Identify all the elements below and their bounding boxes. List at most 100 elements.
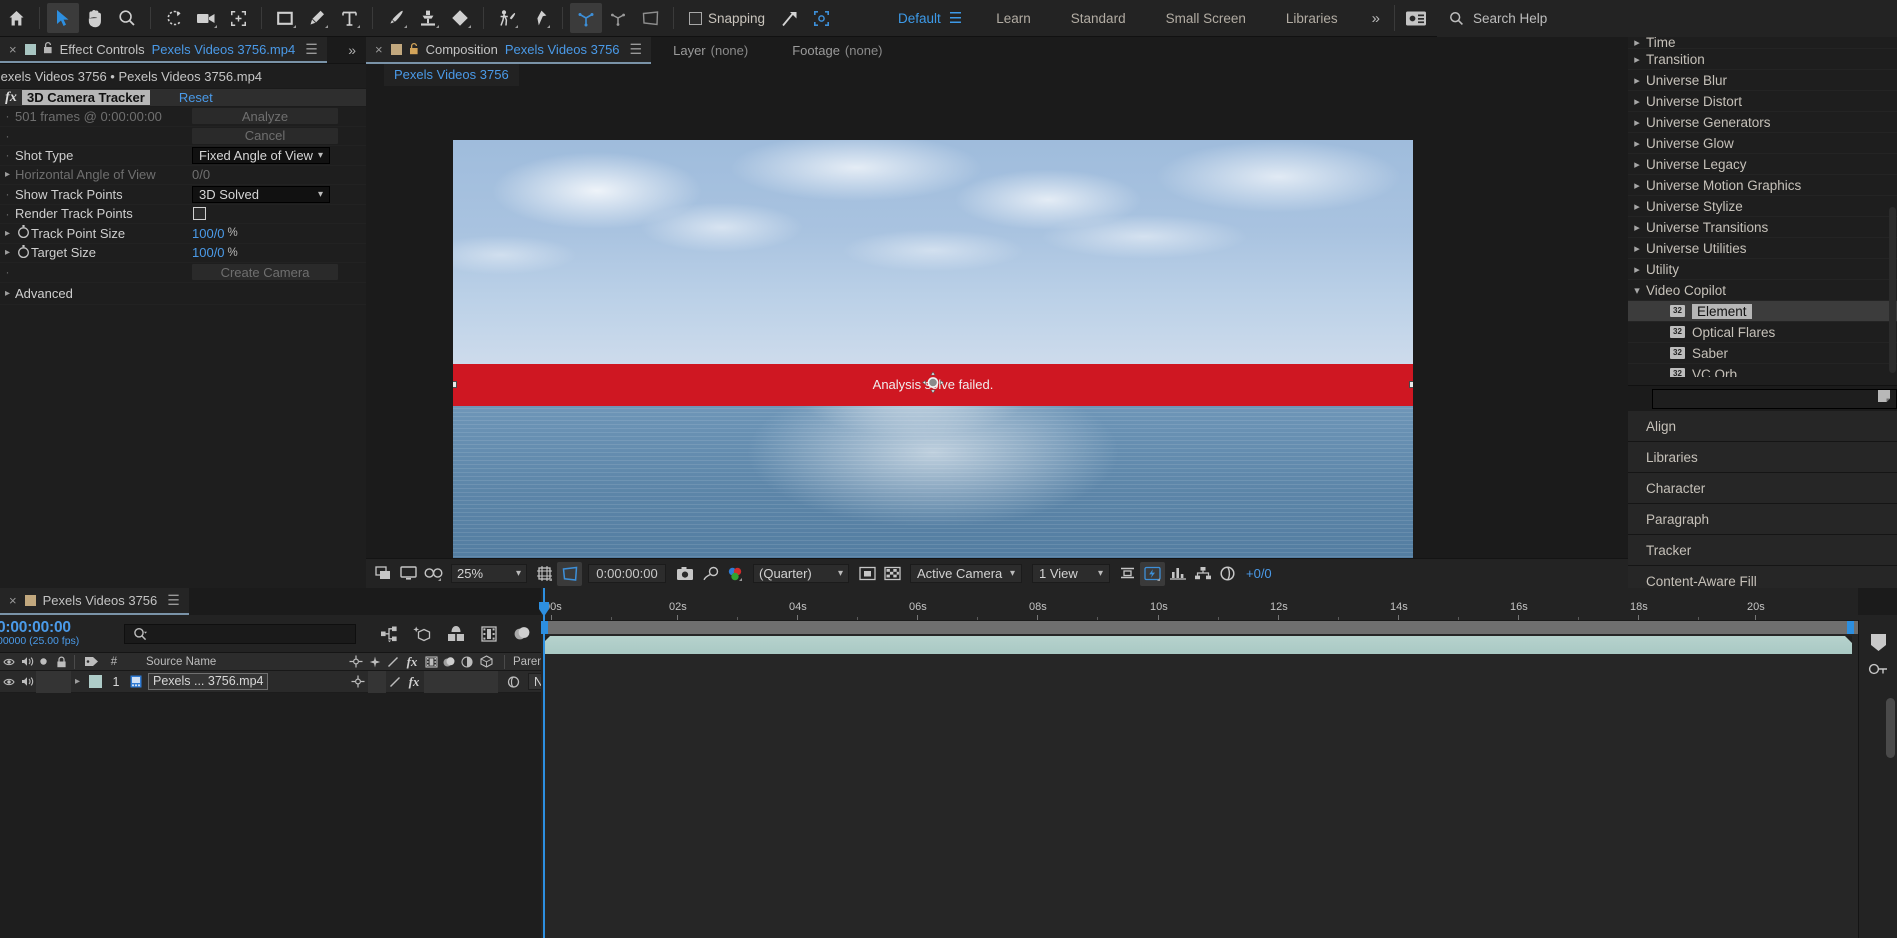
frame-blend-icon[interactable] xyxy=(422,653,440,671)
show-channel-icon[interactable] xyxy=(722,562,747,586)
panel-tab-tracker[interactable]: Tracker xyxy=(1628,535,1897,566)
layer-cell-sparkle[interactable] xyxy=(368,670,386,693)
layer-source-name[interactable]: Pexels ... 3756.mp4 xyxy=(148,673,269,690)
timeline-track-area[interactable] xyxy=(541,634,1858,938)
effect-header-row[interactable]: fx 3D Camera Tracker Reset xyxy=(0,89,366,107)
panel-menu-icon[interactable]: ☰ xyxy=(305,41,318,58)
panel-menu-icon[interactable]: ☰ xyxy=(630,41,643,58)
lock-icon[interactable] xyxy=(51,653,71,671)
effects-category-universe-generators[interactable]: ▸ Universe Generators xyxy=(1628,112,1897,133)
lock-icon[interactable] xyxy=(43,41,53,57)
layer-solo-toggle[interactable] xyxy=(36,670,51,693)
view-axis-mode-icon[interactable] xyxy=(634,3,666,33)
new-folder-icon[interactable] xyxy=(1877,389,1891,408)
panel-tab-align[interactable]: Align xyxy=(1628,411,1897,442)
effects-category-universe-utilities[interactable]: ▸ Universe Utilities xyxy=(1628,238,1897,259)
track-point-size-value[interactable]: 100/0 xyxy=(192,226,225,241)
workspace-settings-icon[interactable] xyxy=(1395,0,1437,37)
panel-tab-paragraph[interactable]: Paragraph xyxy=(1628,504,1897,535)
effects-category-time[interactable]: ▸ Time xyxy=(1628,37,1897,49)
layer-label-swatch[interactable] xyxy=(84,673,106,691)
workspace-overflow-icon[interactable]: » xyxy=(1358,10,1394,27)
effect-name[interactable]: 3D Camera Tracker xyxy=(22,90,150,105)
panel-menu-icon[interactable]: ☰ xyxy=(167,592,180,609)
fast-previews-icon[interactable] xyxy=(1140,561,1165,586)
take-snapshot-icon[interactable] xyxy=(672,562,697,586)
adjustment-layer-icon[interactable] xyxy=(458,653,476,671)
main-viewer-icon[interactable] xyxy=(396,562,421,586)
handle-left[interactable] xyxy=(453,381,457,389)
horizontal-angle-value[interactable]: 0/0 xyxy=(192,167,210,182)
workspace-menu-icon[interactable]: ☰ xyxy=(947,9,976,27)
shot-type-dropdown[interactable]: Fixed Angle of View ▾ xyxy=(192,146,330,164)
workspace-libraries[interactable]: Libraries xyxy=(1266,11,1358,26)
close-icon[interactable]: × xyxy=(375,42,383,57)
local-axis-mode-icon[interactable] xyxy=(570,3,602,33)
effect-item-optical-flares[interactable]: 32 Optical Flares xyxy=(1628,322,1897,343)
zoom-tool[interactable] xyxy=(111,3,143,33)
work-area-end-handle[interactable] xyxy=(1847,621,1854,635)
effect-item-element[interactable]: 32 Element xyxy=(1628,301,1897,322)
brush-tool[interactable] xyxy=(380,3,412,33)
handle-right[interactable] xyxy=(1409,381,1413,389)
draft-3d-icon[interactable] xyxy=(409,621,437,647)
effects-panel-scrollbar[interactable] xyxy=(1889,207,1896,373)
snapping-checkbox[interactable] xyxy=(689,11,702,25)
snapping-arrow-icon[interactable] xyxy=(773,3,805,33)
audio-icon[interactable] xyxy=(18,653,36,671)
effects-category-universe-stylize[interactable]: ▸ Universe Stylize xyxy=(1628,196,1897,217)
hide-shy-layers-icon[interactable] xyxy=(442,621,470,647)
tab-effect-controls[interactable]: × Effect Controls Pexels Videos 3756.mp4… xyxy=(0,37,327,63)
effect-item-saber[interactable]: 32 Saber xyxy=(1628,343,1897,364)
render-track-points-checkbox[interactable] xyxy=(193,207,206,221)
chevron-right-icon[interactable]: ▸ xyxy=(1628,158,1646,171)
eraser-tool[interactable] xyxy=(444,3,476,33)
current-time-indicator[interactable] xyxy=(539,588,549,938)
views-dropdown[interactable]: 1 View ▾ xyxy=(1032,564,1110,583)
timeline-pick-whip-icon[interactable] xyxy=(1859,658,1897,682)
twirl-icon[interactable]: ▸ xyxy=(0,247,15,258)
blend-mode-icon[interactable] xyxy=(384,653,402,671)
orbit-tool[interactable] xyxy=(158,3,190,33)
create-camera-button[interactable]: Create Camera xyxy=(192,264,338,281)
workspace-standard[interactable]: Standard xyxy=(1051,11,1146,26)
tab-composition[interactable]: × Composition Pexels Videos 3756 ☰ xyxy=(366,37,652,64)
type-tool[interactable] xyxy=(333,3,365,33)
world-axis-mode-icon[interactable] xyxy=(602,3,634,33)
frame-blending-icon[interactable] xyxy=(475,621,503,647)
layer-video-toggle[interactable] xyxy=(0,673,18,691)
zoom-level-dropdown[interactable]: 25% ▾ xyxy=(451,564,527,583)
3d-glasses-icon[interactable] xyxy=(421,562,446,586)
chevron-down-icon[interactable]: ▾ xyxy=(1628,284,1646,297)
region-of-interest-icon[interactable] xyxy=(855,562,880,586)
chevron-right-icon[interactable]: ▸ xyxy=(1628,221,1646,234)
workspace-learn[interactable]: Learn xyxy=(976,11,1051,26)
motion-blur-icon[interactable] xyxy=(508,621,536,647)
motion-blur-icon[interactable] xyxy=(440,653,458,671)
footage-viewer-label[interactable]: Footage (none) xyxy=(770,37,905,64)
effects-category-universe-legacy[interactable]: ▸ Universe Legacy xyxy=(1628,154,1897,175)
chevron-right-icon[interactable]: ▸ xyxy=(1628,242,1646,255)
layer-cell-adjustment[interactable] xyxy=(460,670,478,693)
effects-category-universe-distort[interactable]: ▸ Universe Distort xyxy=(1628,91,1897,112)
target-size-value[interactable]: 100/0 xyxy=(192,245,225,260)
timeline-work-area[interactable] xyxy=(541,620,1858,635)
lock-icon[interactable] xyxy=(409,42,419,58)
column-header-index[interactable]: # xyxy=(104,653,124,671)
analyze-button[interactable]: Analyze xyxy=(192,108,338,125)
anchor-point-icon[interactable] xyxy=(346,653,366,671)
composition-stage[interactable]: Analysis solve failed. xyxy=(366,81,1628,645)
pan-camera-tool[interactable] xyxy=(190,3,222,33)
chevron-right-icon[interactable]: ▸ xyxy=(1628,200,1646,213)
reset-exposure-icon[interactable] xyxy=(1215,562,1240,586)
layer-cell-frame-blend[interactable] xyxy=(424,670,442,693)
param-row-advanced[interactable]: ▸ Advanced xyxy=(0,283,366,305)
layer-lock-toggle[interactable] xyxy=(51,670,71,693)
tabbar-overflow-icon[interactable]: » xyxy=(338,37,366,63)
layer-viewer-label[interactable]: Layer (none) xyxy=(651,37,771,64)
column-header-source-name[interactable]: Source Name xyxy=(124,653,346,671)
current-time-display[interactable]: 0:00:00:00 xyxy=(588,564,666,583)
chevron-right-icon[interactable]: ▸ xyxy=(1628,116,1646,129)
close-icon[interactable]: × xyxy=(9,593,17,608)
effects-category-universe-motion-graphics[interactable]: ▸ Universe Motion Graphics xyxy=(1628,175,1897,196)
